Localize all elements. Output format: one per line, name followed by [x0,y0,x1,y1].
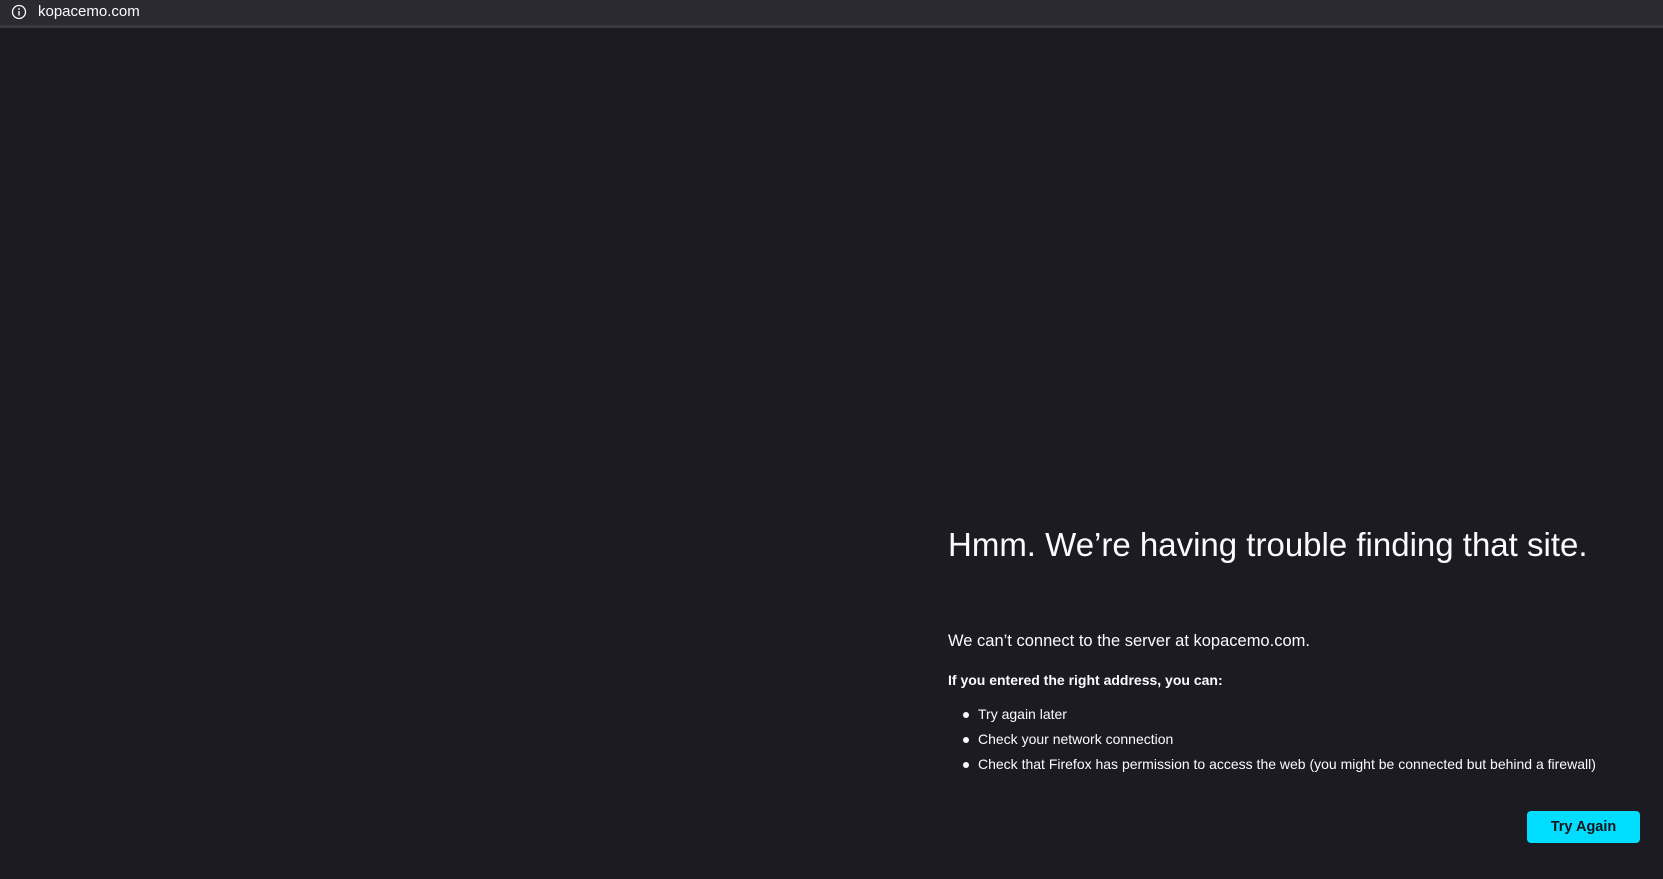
suggestion-item: Try again later [948,702,1596,727]
try-again-button[interactable]: Try Again [1527,811,1640,843]
error-message: Hmm. We’re having trouble finding that s… [948,523,1648,772]
suggestions-heading: If you entered the right address, you ca… [948,672,1223,688]
address-bar[interactable]: kopacemo.com [0,0,1663,28]
url-text[interactable]: kopacemo.com [38,2,140,22]
suggestion-item: Check your network connection [948,727,1596,752]
suggestion-item: Check that Firefox has permission to acc… [948,752,1596,777]
error-description: We can’t connect to the server at kopace… [948,632,1310,650]
error-title: Hmm. We’re having trouble finding that s… [948,526,1588,563]
info-icon[interactable] [11,4,27,20]
suggestions-list: Try again later Check your network conne… [948,702,1596,777]
